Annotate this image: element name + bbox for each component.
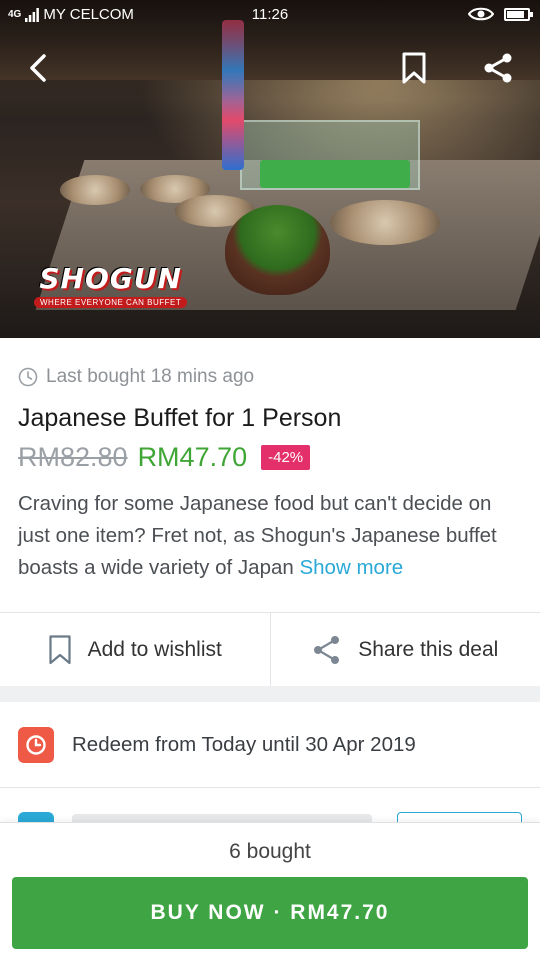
logo-tagline: WHERE EVERYONE CAN BUFFET: [34, 297, 188, 308]
back-button[interactable]: [18, 48, 58, 88]
deal-screen: SHOGUN WHERE EVERYONE CAN BUFFET 4G MY C…: [0, 0, 540, 960]
alarm-clock-icon: [26, 735, 46, 755]
original-price: RM82.80: [18, 442, 128, 472]
deal-info-card: Last bought 18 mins ago Japanese Buffet …: [0, 338, 540, 612]
hero-plate: [330, 200, 440, 245]
share-icon: [484, 53, 512, 83]
share-deal-button[interactable]: Share this deal: [269, 613, 540, 686]
logo-wordmark: SHOGUN: [39, 262, 182, 295]
shogun-logo: SHOGUN WHERE EVERYONE CAN BUFFET: [34, 262, 188, 308]
hero-salad-tray: [260, 160, 410, 188]
redeem-text: Redeem from Today until 30 Apr 2019: [72, 733, 416, 756]
chevron-left-icon: [30, 54, 46, 82]
hero-plate: [60, 175, 130, 205]
bookmark-button[interactable]: [394, 48, 434, 88]
deal-actions-row: Add to wishlist Share this deal: [0, 612, 540, 686]
buy-now-button[interactable]: BUY NOW · RM47.70: [12, 877, 528, 949]
add-to-wishlist-button[interactable]: Add to wishlist: [0, 613, 270, 686]
clock-badge-icon: [18, 727, 54, 763]
purchase-bar: 6 bought BUY NOW · RM47.70: [0, 822, 540, 960]
bookmark-outline-icon: [49, 634, 71, 664]
bookmark-icon: [402, 52, 426, 84]
last-bought-row: Last bought 18 mins ago: [18, 366, 254, 388]
clock-icon: [18, 367, 38, 387]
share-outline-icon: [314, 635, 340, 664]
wishlist-label: Add to wishlist: [87, 637, 222, 661]
price-row: RM82.80 RM47.70 -42%: [18, 442, 311, 473]
battery-fill: [507, 10, 524, 18]
deal-price: RM47.70: [137, 442, 248, 472]
redeem-row: Redeem from Today until 30 Apr 2019: [18, 727, 416, 763]
hero-edamame-bowl: [225, 205, 330, 295]
status-time: 11:26: [251, 6, 289, 23]
redeem-period-card: Redeem from Today until 30 Apr 2019: [0, 702, 540, 788]
deal-description: Craving for some Japanese food but can't…: [18, 488, 523, 584]
deal-title: Japanese Buffet for 1 Person: [18, 404, 342, 432]
status-bar: 4G MY CELCOM 11:26: [0, 0, 540, 30]
show-more-link[interactable]: Show more: [299, 556, 403, 579]
status-right: [468, 6, 533, 22]
description-text: Craving for some Japanese food but can't…: [18, 492, 497, 579]
share-button[interactable]: [478, 48, 518, 88]
eye-icon: [468, 7, 494, 21]
discount-badge: -42%: [261, 445, 311, 470]
deal-hero-image: SHOGUN WHERE EVERYONE CAN BUFFET: [0, 0, 540, 338]
share-label: Share this deal: [358, 637, 499, 661]
bought-count: 6 bought: [229, 840, 311, 863]
last-bought-text: Last bought 18 mins ago: [46, 366, 255, 387]
battery-icon: [504, 7, 533, 21]
